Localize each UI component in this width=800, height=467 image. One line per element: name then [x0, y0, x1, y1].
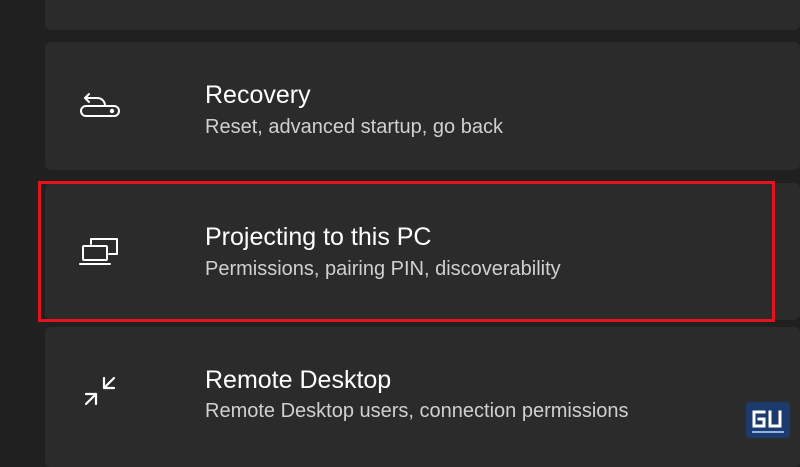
recovery-icon	[77, 82, 121, 126]
item-title: Remote Desktop	[205, 366, 392, 394]
item-subtitle: Reset, advanced startup, go back	[205, 116, 503, 138]
settings-item-partial[interactable]	[45, 0, 800, 30]
settings-item-remote-desktop[interactable]: Remote Desktop Remote Desktop users, con…	[45, 327, 800, 467]
item-subtitle: Permissions, pairing PIN, discoverabilit…	[205, 258, 561, 280]
gadgets-to-use-logo	[746, 402, 790, 438]
settings-item-projecting[interactable]: Projecting to this PC Permissions, pairi…	[45, 183, 800, 320]
remote-desktop-icon	[78, 370, 122, 414]
settings-item-recovery[interactable]: Recovery Reset, advanced startup, go bac…	[45, 42, 800, 170]
item-title: Projecting to this PC	[205, 223, 432, 251]
projecting-icon	[77, 228, 121, 272]
item-subtitle: Remote Desktop users, connection permiss…	[205, 400, 629, 422]
item-title: Recovery	[205, 81, 311, 109]
